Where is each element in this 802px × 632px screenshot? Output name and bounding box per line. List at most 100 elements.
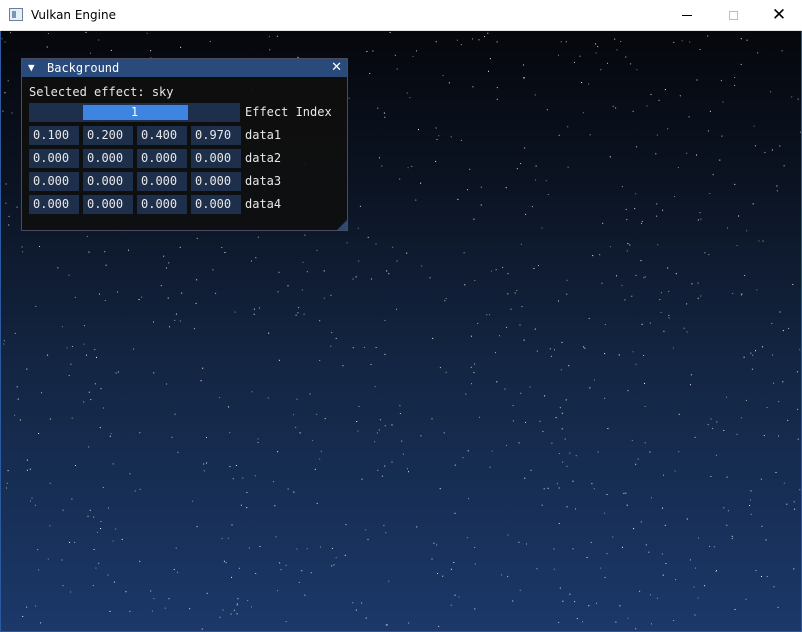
star xyxy=(773,382,775,384)
star xyxy=(175,547,177,549)
star xyxy=(614,38,616,40)
minimize-button[interactable] xyxy=(664,0,710,31)
star xyxy=(648,551,650,553)
background-panel[interactable]: ▼ Background ✕ Selected effect: sky 1 Ef… xyxy=(21,58,348,231)
data2-z-field[interactable]: 0.000 xyxy=(137,149,187,168)
star xyxy=(319,458,321,460)
effect-index-slider[interactable]: 1 xyxy=(29,103,240,122)
data2-y-field[interactable]: 0.000 xyxy=(83,149,133,168)
star xyxy=(546,109,548,111)
data3-y-field[interactable]: 0.000 xyxy=(83,172,133,191)
star xyxy=(559,587,561,589)
star xyxy=(224,252,226,253)
star xyxy=(547,487,549,489)
star xyxy=(663,330,665,332)
star xyxy=(752,203,754,205)
star xyxy=(201,628,203,630)
star xyxy=(153,372,155,374)
resize-grip-icon[interactable] xyxy=(337,220,347,230)
star xyxy=(100,521,102,522)
star xyxy=(536,568,538,570)
star xyxy=(62,585,64,587)
data4-y-field[interactable]: 0.000 xyxy=(83,195,133,214)
data4-w-field[interactable]: 0.000 xyxy=(191,195,241,214)
star xyxy=(138,299,140,300)
star xyxy=(627,617,629,619)
star xyxy=(646,105,648,107)
star xyxy=(607,62,608,64)
star xyxy=(573,61,575,63)
data3-z-field[interactable]: 0.000 xyxy=(137,172,187,191)
star xyxy=(330,294,332,296)
panel-close-icon[interactable]: ✕ xyxy=(331,60,342,75)
panel-titlebar[interactable]: ▼ Background ✕ xyxy=(22,59,347,77)
star xyxy=(524,477,526,479)
maximize-button[interactable] xyxy=(710,0,756,31)
star xyxy=(778,435,779,437)
star xyxy=(163,255,165,257)
star xyxy=(443,432,445,434)
star xyxy=(277,590,278,592)
data2-x-field[interactable]: 0.000 xyxy=(29,149,79,168)
star xyxy=(320,450,322,452)
star xyxy=(236,603,238,605)
star xyxy=(523,339,525,341)
star xyxy=(330,345,332,347)
star xyxy=(656,597,658,599)
data1-y-field[interactable]: 0.200 xyxy=(83,126,133,145)
star xyxy=(97,531,98,533)
star xyxy=(470,335,472,337)
star xyxy=(704,585,706,587)
star xyxy=(741,293,743,295)
close-icon: ✕ xyxy=(771,5,787,25)
star xyxy=(523,64,524,66)
star xyxy=(381,165,383,167)
star xyxy=(333,564,335,566)
star xyxy=(593,488,595,490)
star xyxy=(5,202,7,204)
star xyxy=(174,319,176,321)
data4-x-field[interactable]: 0.000 xyxy=(29,195,79,214)
star xyxy=(793,568,795,570)
star xyxy=(543,488,545,490)
star xyxy=(287,285,289,287)
maximize-icon xyxy=(728,11,738,20)
star xyxy=(287,488,289,490)
star xyxy=(61,559,63,561)
collapse-arrow-icon[interactable]: ▼ xyxy=(28,62,35,74)
star xyxy=(626,504,628,506)
star xyxy=(569,593,571,595)
star xyxy=(765,539,767,541)
star xyxy=(581,82,583,84)
star xyxy=(16,206,18,208)
star xyxy=(295,426,297,428)
star xyxy=(797,408,799,410)
data1-z-field[interactable]: 0.400 xyxy=(137,126,187,145)
close-button[interactable]: ✕ xyxy=(756,0,802,31)
star xyxy=(383,524,385,526)
data1-x-field[interactable]: 0.100 xyxy=(29,126,79,145)
star xyxy=(415,199,417,201)
star xyxy=(794,508,796,510)
star xyxy=(375,243,377,245)
star xyxy=(621,284,623,286)
star xyxy=(35,605,37,607)
data4-z-field[interactable]: 0.000 xyxy=(137,195,187,214)
window-titlebar[interactable]: Vulkan Engine ✕ xyxy=(0,0,802,31)
data3-w-field[interactable]: 0.000 xyxy=(191,172,241,191)
star xyxy=(472,86,474,88)
data3-label: data3 xyxy=(245,174,282,188)
star xyxy=(772,354,774,356)
star xyxy=(572,548,574,550)
star xyxy=(416,526,418,528)
star xyxy=(745,598,747,600)
data2-w-field[interactable]: 0.000 xyxy=(191,149,241,168)
data3-x-field[interactable]: 0.000 xyxy=(29,172,79,191)
minimize-icon xyxy=(682,15,692,16)
data1-w-field[interactable]: 0.970 xyxy=(191,126,241,145)
star xyxy=(506,444,507,446)
star xyxy=(609,246,611,248)
star xyxy=(444,300,446,302)
star xyxy=(568,365,570,367)
star xyxy=(117,291,118,293)
